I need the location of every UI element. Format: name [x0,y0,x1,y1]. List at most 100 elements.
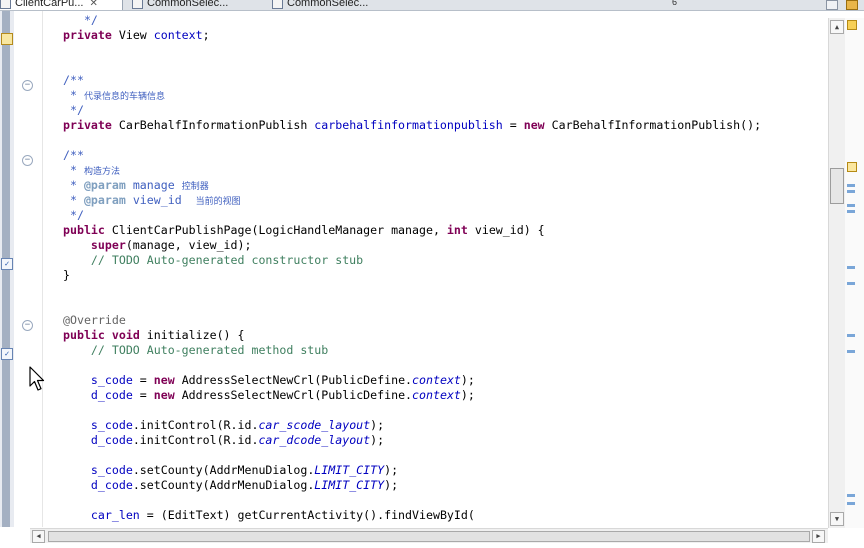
code-line[interactable]: */ [63,208,823,223]
tab-commonselect-1[interactable]: CommonSelec... [132,0,252,10]
code-line[interactable] [63,58,823,73]
maximize-editor-button[interactable] [846,0,858,10]
fold-toggle-icon[interactable]: − [22,155,33,166]
horizontal-scrollbar[interactable]: ◀ ▶ [30,528,828,543]
code-line[interactable] [63,358,823,373]
code-token: context [412,373,461,387]
code-line[interactable] [63,283,823,298]
vertical-scroll-thumb[interactable] [830,168,844,204]
code-editor-text[interactable]: */private View context;/** * 代录信息的车辆信息 *… [63,13,823,523]
code-line[interactable]: public ClientCarPublishPage(LogicHandleM… [63,223,823,238]
horizontal-scroll-thumb[interactable] [48,531,810,542]
code-line[interactable]: super(manage, view_id); [63,238,823,253]
code-line[interactable]: d_code.initControl(R.id.car_dcode_layout… [63,433,823,448]
code-line[interactable]: * @param manage 控制器 [63,178,823,193]
code-line[interactable]: /** [63,73,823,88]
code-line[interactable]: d_code.setCounty(AddrMenuDialog.LIMIT_CI… [63,478,823,493]
code-line[interactable]: // TODO Auto-generated method stub [63,343,823,358]
scroll-left-arrow-icon[interactable]: ◀ [32,530,45,543]
warning-marker-icon[interactable] [1,33,13,45]
code-line[interactable]: /** [63,148,823,163]
code-line[interactable] [63,493,823,508]
code-line[interactable]: * @param view_id 当前的视图 [63,193,823,208]
overview-mark[interactable] [847,494,855,497]
code-token: .initControl(R.id. [132,418,259,432]
minimize-editor-button[interactable] [826,0,838,10]
tab-clientcarpublishpage[interactable]: ClientCarPu... ✕ [0,0,123,10]
code-token: @param [83,178,126,192]
overview-warning-icon[interactable] [847,162,857,172]
code-token: carbehalfinformationpublish [314,118,503,132]
code-line[interactable] [63,448,823,463]
code-line[interactable]: * 构造方法 [63,163,823,178]
java-file-icon [272,0,283,9]
code-token: CarBehalfInformationPublish(); [544,118,762,132]
code-token: = [132,373,154,387]
fold-toggle-icon[interactable]: − [22,80,33,91]
code-token: super [90,238,126,252]
code-line[interactable]: */ [63,103,823,118]
code-line[interactable] [63,43,823,58]
code-token: (manage, view_id); [125,238,252,252]
overview-mark[interactable] [847,334,855,337]
overview-mark[interactable] [847,184,855,187]
overview-mark[interactable] [847,282,855,285]
scroll-right-arrow-icon[interactable]: ▶ [812,530,825,543]
code-token: * [63,178,84,192]
code-line[interactable]: } [63,268,823,283]
code-token: int [446,223,468,237]
code-token: = (EditText) getCurrentActivity().findVi… [139,508,475,522]
code-line[interactable] [63,403,823,418]
overview-mark[interactable] [847,204,855,207]
overview-mark[interactable] [847,350,855,353]
code-line[interactable]: s_code.initControl(R.id.car_scode_layout… [63,418,823,433]
code-token: new [523,118,545,132]
code-line[interactable]: private View context; [63,28,823,43]
overview-mark[interactable] [847,210,855,213]
code-token: new [153,388,175,402]
code-line[interactable]: s_code = new AddressSelectNewCrl(PublicD… [63,373,823,388]
fold-toggle-icon[interactable]: − [22,320,33,331]
scroll-up-arrow-icon[interactable]: ▲ [830,20,844,34]
code-token: @Override [63,313,126,327]
vertical-ruler-left: ✓ ✓ [0,11,14,527]
code-line[interactable]: // TODO Auto-generated constructor stub [63,253,823,268]
code-line[interactable]: s_code.setCounty(AddrMenuDialog.LIMIT_CI… [63,463,823,478]
code-line[interactable]: private CarBehalfInformationPublish carb… [63,118,823,133]
scroll-down-arrow-icon[interactable]: ▼ [830,512,844,526]
code-token: private [63,28,112,42]
overview-mark[interactable] [847,266,855,269]
code-token: * [63,163,84,177]
code-token: s_code [90,418,133,432]
code-line[interactable]: public void initialize() { [63,328,823,343]
code-token: LIMIT_CITY [314,463,385,477]
code-token: initialize() { [139,328,245,342]
close-icon[interactable]: ✕ [89,0,97,9]
override-marker-icon[interactable]: ✓ [1,348,13,360]
code-line[interactable] [63,298,823,313]
tab-commonselect-2[interactable]: CommonSelec... [272,0,392,10]
code-line[interactable]: d_code = new AddressSelectNewCrl(PublicD… [63,388,823,403]
code-line[interactable]: car_len = (EditText) getCurrentActivity(… [63,508,823,523]
code-token: @param [83,193,126,207]
code-line[interactable]: * 代录信息的车辆信息 [63,88,823,103]
code-line[interactable] [63,133,823,148]
overview-mark[interactable] [847,190,855,193]
code-token: private [63,118,112,132]
code-line[interactable]: @Override [63,313,823,328]
overview-mark[interactable] [847,502,855,505]
code-token: .setCounty(AddrMenuDialog. [132,478,315,492]
code-line[interactable]: */ [63,13,823,28]
code-token: */ [63,13,98,27]
code-token: public [63,223,105,237]
tab-overflow-count[interactable]: 6 [672,0,677,7]
overview-warning-icon[interactable] [847,20,857,30]
code-token: AddressSelectNewCrl(PublicDefine. [174,388,413,402]
override-marker-icon[interactable]: ✓ [1,258,13,270]
vertical-scrollbar[interactable]: ▲ ▼ [828,18,845,528]
